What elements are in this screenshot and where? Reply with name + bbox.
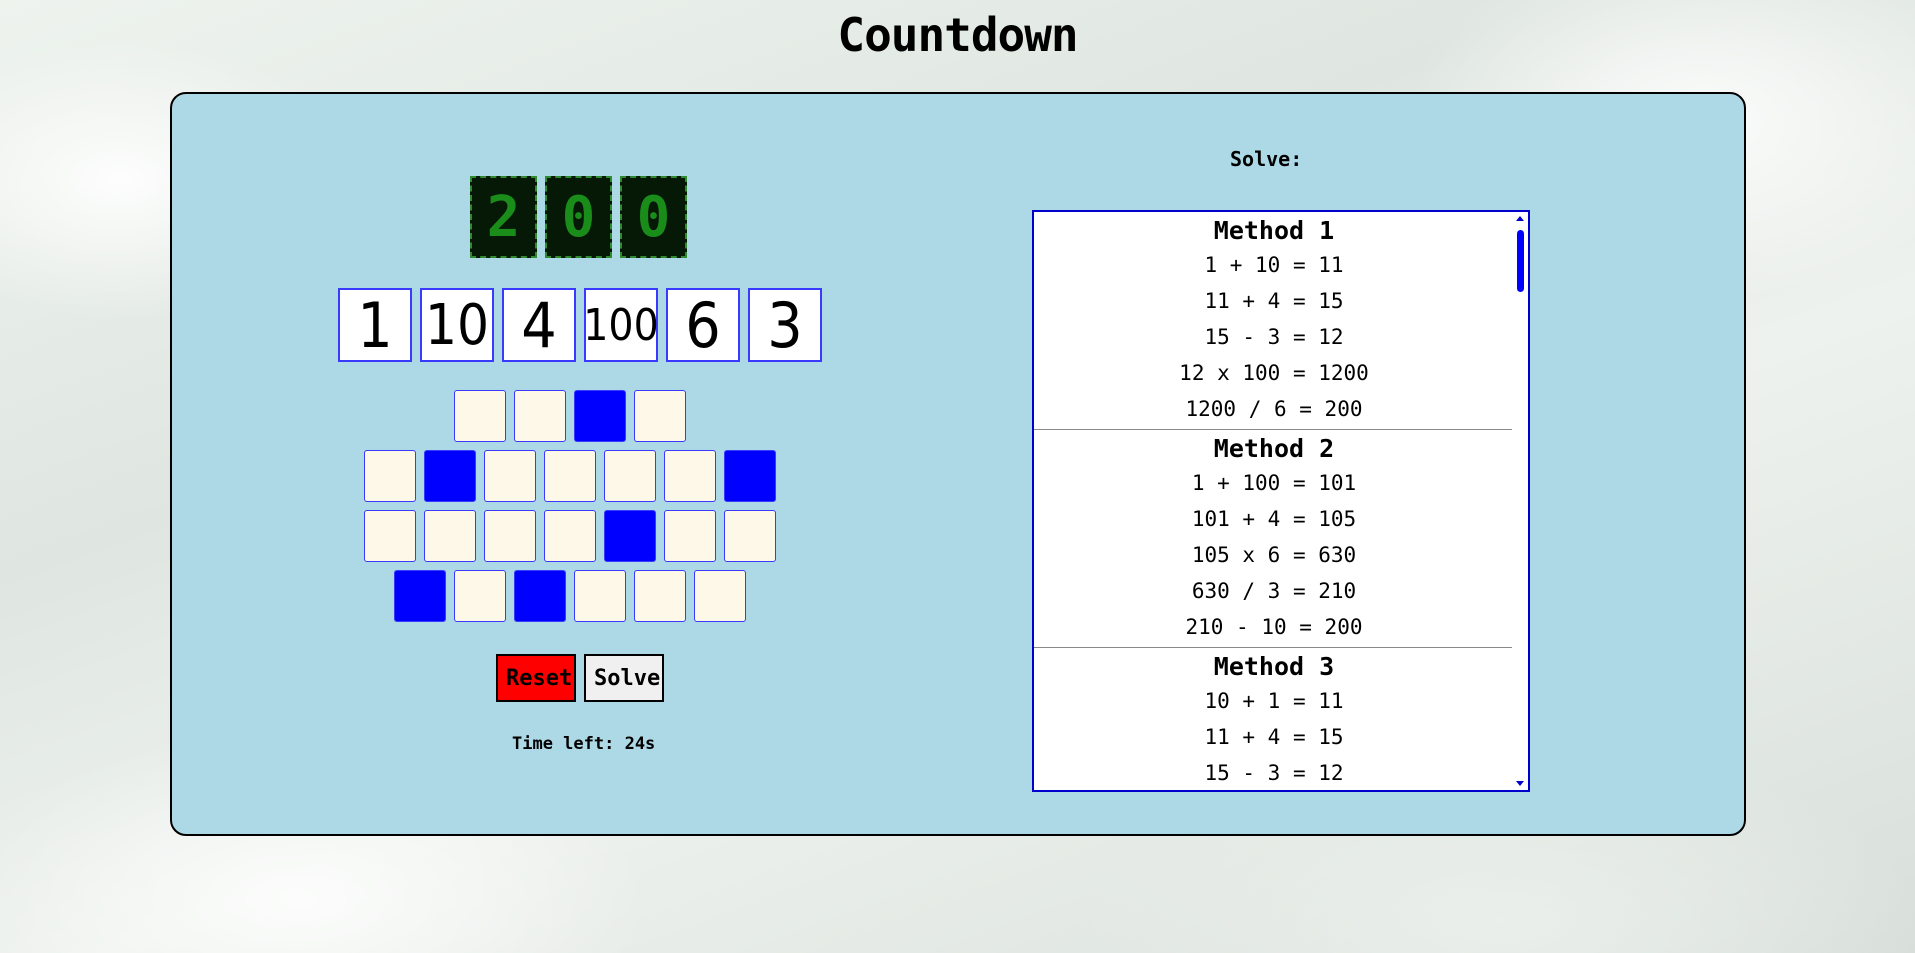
grid-cell[interactable] [574, 570, 626, 622]
grid-cell[interactable] [724, 510, 776, 562]
method-step: 11 + 4 = 15 [1204, 725, 1344, 749]
method-step: 11 + 4 = 15 [1204, 289, 1344, 313]
grid-cell[interactable] [694, 570, 746, 622]
grid-row [172, 570, 968, 622]
method-step: 105 x 6 = 630 [1191, 543, 1357, 567]
solutions-list[interactable]: Method 1 1 + 10 = 11 11 + 4 = 15 15 - 3 = 1… [1032, 210, 1530, 792]
grid-cell[interactable] [424, 510, 476, 562]
grid-cell[interactable] [514, 390, 566, 442]
method-title: Method 1 [1213, 216, 1335, 245]
grid-cell[interactable] [604, 450, 656, 502]
grid-cell[interactable] [454, 390, 506, 442]
method-block: Method 2 1 + 100 = 101 101 + 4 = 105 105 x … [1034, 434, 1514, 648]
grid-cell[interactable] [484, 510, 536, 562]
number-tile[interactable]: 1 [338, 288, 412, 362]
scroll-thumb[interactable] [1517, 230, 1524, 292]
method-step: 101 + 4 = 105 [1191, 507, 1357, 531]
grid-cell-filled[interactable] [394, 570, 446, 622]
number-tile[interactable]: 10 [420, 288, 494, 362]
method-step: 15 - 3 = 12 [1204, 761, 1344, 785]
number-tile[interactable]: 6 [666, 288, 740, 362]
grid-cell[interactable] [664, 510, 716, 562]
grid-cell[interactable] [664, 450, 716, 502]
grid-cell-filled[interactable] [604, 510, 656, 562]
game-panel: 2 0 0 1 10 4 100 6 3 Reset Solve Time le… [170, 92, 1746, 836]
solve-heading: Solve: [1230, 147, 1303, 171]
grid-cell-filled[interactable] [424, 450, 476, 502]
scroll-down-icon[interactable] [1516, 781, 1524, 786]
scrollbar[interactable] [1512, 212, 1528, 790]
methods-container: Method 1 1 + 10 = 11 11 + 4 = 15 15 - 3 = 1… [1034, 212, 1514, 790]
method-block: Method 3 10 + 1 = 11 11 + 4 = 15 15 - 3 = 1… [1034, 652, 1514, 790]
grid-cell-filled[interactable] [514, 570, 566, 622]
selection-grid [172, 390, 968, 630]
number-tile[interactable]: 3 [748, 288, 822, 362]
method-step: 210 - 10 = 200 [1185, 615, 1363, 639]
target-digit: 0 [620, 176, 687, 258]
solve-button[interactable]: Solve [584, 654, 664, 702]
grid-cell[interactable] [544, 510, 596, 562]
target-digit: 2 [470, 176, 537, 258]
target-digit: 0 [545, 176, 612, 258]
grid-cell[interactable] [364, 450, 416, 502]
action-buttons: Reset Solve [496, 654, 664, 702]
grid-cell[interactable] [364, 510, 416, 562]
grid-cell-filled[interactable] [724, 450, 776, 502]
grid-row [172, 510, 968, 562]
method-step: 1200 / 6 = 200 [1185, 397, 1363, 421]
method-step: 12 x 100 = 1200 [1179, 361, 1369, 385]
page-title: Countdown [837, 8, 1078, 62]
reset-button[interactable]: Reset [496, 654, 576, 702]
method-step: 630 / 3 = 210 [1191, 579, 1357, 603]
method-step: 1 + 10 = 11 [1204, 253, 1344, 277]
grid-row [172, 390, 968, 442]
number-tiles: 1 10 4 100 6 3 [338, 288, 822, 362]
grid-cell[interactable] [484, 450, 536, 502]
grid-cell[interactable] [544, 450, 596, 502]
grid-row [172, 450, 968, 502]
number-tile[interactable]: 4 [502, 288, 576, 362]
grid-cell[interactable] [634, 570, 686, 622]
number-tile[interactable]: 100 [583, 288, 659, 362]
method-step: 1 + 100 = 101 [1191, 471, 1357, 495]
method-title: Method 3 [1213, 652, 1335, 681]
method-step: 15 - 3 = 12 [1204, 325, 1344, 349]
grid-cell[interactable] [454, 570, 506, 622]
method-step: 10 + 1 = 11 [1204, 689, 1344, 713]
grid-cell[interactable] [634, 390, 686, 442]
method-block: Method 1 1 + 10 = 11 11 + 4 = 15 15 - 3 = 1… [1034, 216, 1514, 430]
method-title: Method 2 [1213, 434, 1335, 463]
time-left: Time left: 24s [512, 734, 656, 754]
target-display: 2 0 0 [470, 176, 687, 258]
scroll-up-icon[interactable] [1516, 216, 1524, 221]
grid-cell-filled[interactable] [574, 390, 626, 442]
